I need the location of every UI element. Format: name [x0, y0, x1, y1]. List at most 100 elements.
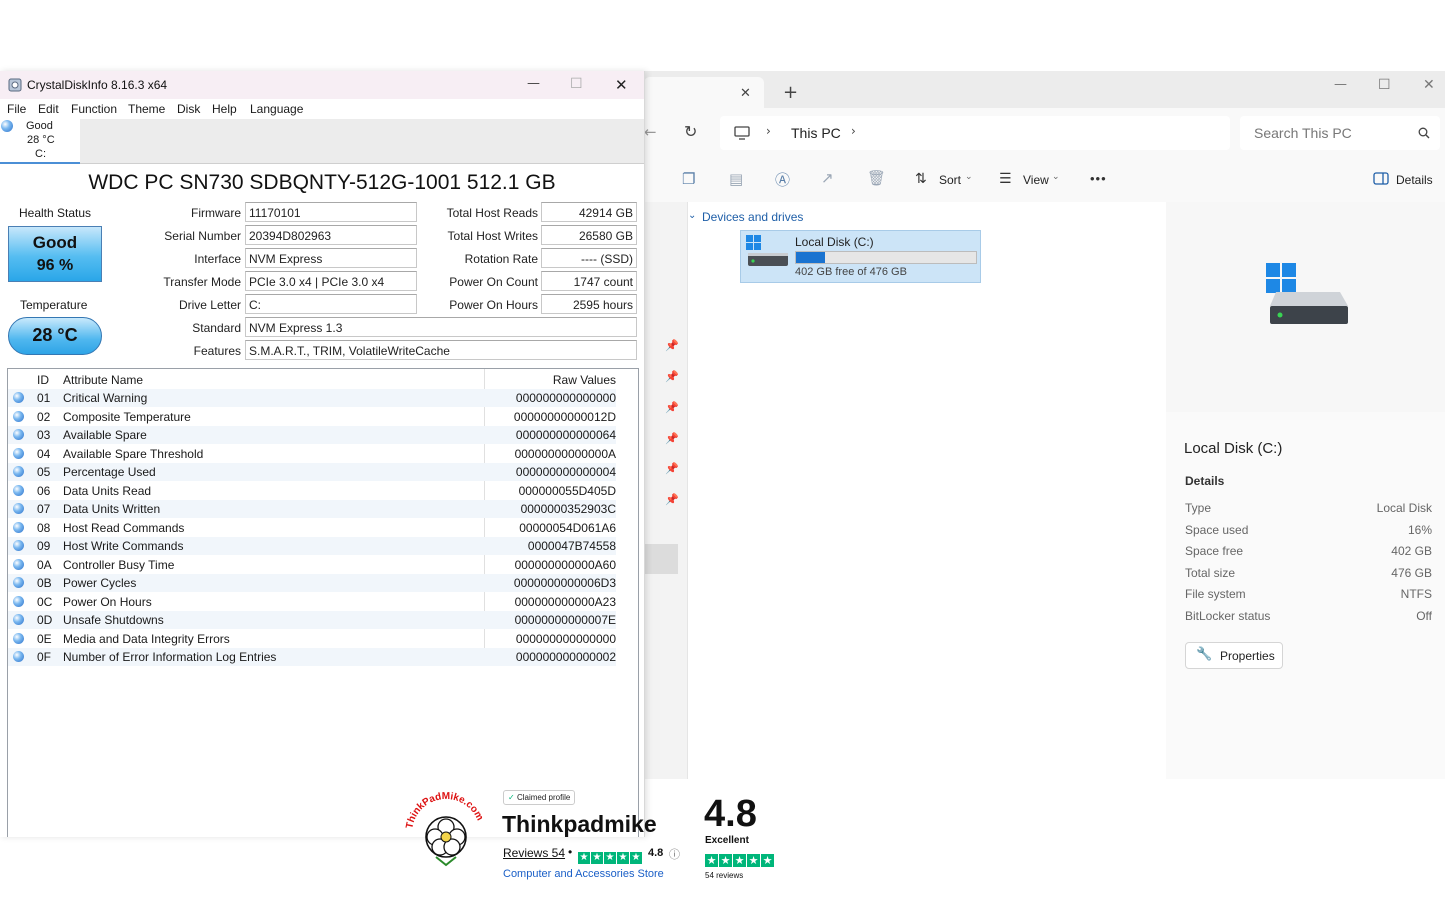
table-row[interactable]: 0F Number of Error Information Log Entrie…	[8, 648, 616, 666]
attribute-name: Host Read Commands	[63, 520, 185, 535]
attribute-id: 0D	[37, 613, 53, 627]
status-dot-icon	[13, 447, 24, 459]
delete-icon[interactable]: 🗑	[867, 169, 886, 187]
disk-selector-bar: Good 28 °C C:	[0, 119, 644, 164]
header-id[interactable]: ID	[37, 371, 49, 389]
pin-icon[interactable]: 📌	[665, 462, 679, 475]
sort-button[interactable]: Sort	[939, 173, 961, 187]
status-dot-icon	[13, 577, 24, 588]
standard-field: NVM Express 1.3	[245, 317, 637, 337]
table-row[interactable]: 0D Unsafe Shutdowns 00000000000007E	[8, 611, 616, 629]
attribute-id: 04	[37, 446, 51, 461]
more-options-icon[interactable]: •••	[1090, 171, 1107, 186]
details-button[interactable]: Details	[1396, 173, 1433, 187]
address-bar[interactable]: › This PC ›	[720, 116, 1230, 150]
table-row[interactable]: 03 Available Spare 000000000000064	[8, 426, 616, 444]
table-row[interactable]: 04 Available Spare Threshold 0000000000000…	[8, 445, 616, 463]
details-row-value: 476 GB	[1391, 565, 1432, 580]
maximize-icon[interactable]: ☐	[1378, 77, 1391, 93]
view-icon: ☰	[999, 171, 1012, 187]
attribute-raw-value: 0000000000006D3	[513, 576, 616, 590]
table-row[interactable]: 01 Critical Warning 000000000000000	[8, 389, 616, 407]
category-link[interactable]: Computer and Accessories Store	[503, 868, 664, 880]
refresh-icon[interactable]: ↻	[684, 122, 697, 141]
attribute-raw-value: 000000000000000	[515, 391, 616, 405]
rating-word: Excellent	[705, 835, 749, 846]
standard-label: Standard	[192, 321, 241, 335]
breadcrumb-this-pc[interactable]: This PC	[791, 125, 841, 141]
table-row[interactable]: 02 Composite Temperature 00000000000012D	[8, 408, 616, 426]
health-status-badge[interactable]: Good 96 %	[8, 226, 102, 282]
table-row[interactable]: 05 Percentage Used 000000000000004	[8, 463, 616, 481]
table-row[interactable]: 07 Data Units Written 0000000352903C	[8, 500, 616, 518]
pin-icon[interactable]: 📌	[665, 493, 679, 506]
table-row[interactable]: 06 Data Units Read 000000055D405D	[8, 482, 616, 500]
rename-icon[interactable]: Ⓐ	[775, 169, 790, 190]
star-icon: ★	[591, 852, 603, 864]
menu-edit[interactable]: Edit	[38, 102, 59, 116]
attribute-raw-value: 0000000352903C	[520, 502, 616, 516]
header-attribute-name[interactable]: Attribute Name	[63, 371, 143, 389]
menu-theme[interactable]: Theme	[128, 102, 165, 116]
new-tab-icon[interactable]: +	[783, 82, 798, 103]
disk-tab-c[interactable]: Good 28 °C C:	[0, 119, 80, 164]
menu-function[interactable]: Function	[71, 102, 117, 116]
pin-icon[interactable]: 📌	[665, 370, 679, 383]
small-rating-value: 4.8	[648, 847, 664, 859]
share-icon[interactable]: ↗	[821, 169, 834, 187]
details-row-label: Space free	[1185, 544, 1244, 558]
attribute-raw-value: 000000000000000	[515, 631, 616, 646]
menu-help[interactable]: Help	[212, 102, 237, 116]
star-icon: ★	[705, 854, 718, 867]
pin-icon[interactable]: 📌	[665, 401, 679, 414]
tab-close-icon[interactable]: ✕	[740, 86, 751, 101]
temperature-badge[interactable]: 28 °C	[8, 317, 102, 355]
pin-icon[interactable]: 📌	[665, 432, 679, 445]
info-field: 1747 count	[541, 271, 637, 291]
sort-icon: ⇅	[915, 171, 927, 187]
info-label: Power On Count	[449, 275, 538, 289]
info-field: 26580 GB	[541, 225, 637, 245]
table-row[interactable]: 0A Controller Busy Time 000000000000A60	[8, 556, 616, 574]
close-icon[interactable]: ✕	[615, 76, 628, 94]
paste-icon[interactable]: ▤	[729, 170, 743, 188]
smart-attribute-table[interactable]: ID Attribute Name Raw Values 01 Critical …	[7, 368, 639, 837]
search-input[interactable]: Search This PC	[1254, 125, 1352, 141]
table-row[interactable]: 09 Host Write Commands 0000047B74558	[8, 537, 616, 555]
menu-file[interactable]: File	[7, 102, 26, 116]
menu-language[interactable]: Language	[250, 102, 303, 116]
table-row[interactable]: 0C Power On Hours 000000000000A23	[8, 593, 616, 611]
cdi-menu-bar: File Edit Function Theme Disk Help Langu…	[0, 99, 644, 119]
pin-icon[interactable]: 📌	[665, 339, 679, 352]
view-button[interactable]: View	[1023, 173, 1049, 187]
reviews-link[interactable]: Reviews 54	[503, 846, 565, 860]
back-arrow-icon[interactable]: ←	[644, 123, 657, 141]
attribute-name: Data Units Read	[63, 483, 152, 498]
small-star-rating: ★ ★ ★ ★ ★	[578, 847, 643, 865]
copy-icon[interactable]: ❐	[682, 170, 695, 188]
explorer-content: ⌄ Devices and drives Local Disk (C:) 402…	[688, 202, 1166, 779]
section-devices-and-drives[interactable]: Devices and drives	[702, 210, 803, 224]
star-icon: ★	[719, 854, 732, 867]
attribute-raw-value: 000000000000004	[515, 465, 616, 479]
close-icon[interactable]: ✕	[1423, 77, 1435, 93]
minimize-icon[interactable]: —	[1334, 77, 1347, 92]
table-row[interactable]: 08 Host Read Commands 00000054D061A6	[8, 519, 616, 537]
drive-tile-c[interactable]: Local Disk (C:) 402 GB free of 476 GB	[740, 230, 981, 283]
table-row[interactable]: 0E Media and Data Integrity Errors 0000000…	[8, 630, 616, 648]
info-icon[interactable]: ⓘ	[669, 846, 680, 862]
nav-selected-item[interactable]	[644, 544, 678, 574]
attribute-id: 05	[37, 465, 51, 479]
attribute-raw-value: 000000000000A60	[514, 557, 616, 572]
maximize-icon[interactable]: ☐	[570, 76, 583, 92]
minimize-icon[interactable]: —	[527, 76, 540, 91]
menu-disk[interactable]: Disk	[177, 102, 200, 116]
attribute-name: Host Write Commands	[63, 539, 184, 553]
breadcrumb-chevron-icon[interactable]: ›	[851, 124, 856, 138]
search-box[interactable]: Search This PC	[1240, 116, 1440, 150]
section-chevron-down-icon[interactable]: ⌄	[688, 210, 696, 221]
header-raw-values[interactable]: Raw Values	[486, 371, 616, 389]
table-row[interactable]: 0B Power Cycles 0000000000006D3	[8, 574, 616, 592]
disk-tab-status: Good	[26, 120, 53, 132]
properties-button[interactable]: 🔧 Properties	[1185, 642, 1283, 669]
